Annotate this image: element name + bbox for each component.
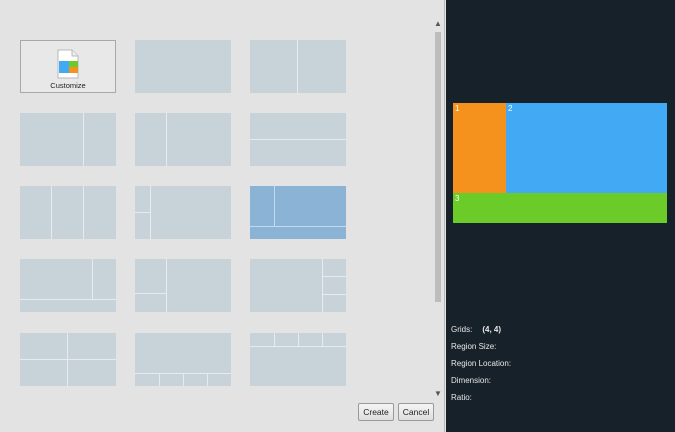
dimension-row: Dimension:	[451, 376, 491, 385]
layout-tile-top-wide-right[interactable]	[20, 259, 116, 312]
cancel-button[interactable]: Cancel	[398, 403, 434, 421]
layout-tile-top-strip[interactable]	[250, 333, 346, 386]
grids-row: Grids: (4, 4)	[451, 325, 501, 334]
layout-tile-right-stack[interactable]	[250, 259, 346, 312]
layout-preview-panel: 1 2 3 Grids: (4, 4) Region Size: Region L…	[446, 0, 675, 432]
preview-region-1[interactable]: 1	[453, 103, 506, 193]
ratio-row: Ratio:	[451, 393, 472, 402]
layout-tile-bottom-strip[interactable]	[135, 333, 231, 386]
grids-label: Grids:	[451, 325, 473, 334]
layout-tile-wide-left[interactable]	[20, 113, 116, 166]
layout-tile-wide-right[interactable]	[135, 113, 231, 166]
dimension-label: Dimension:	[451, 376, 492, 385]
chevron-down-icon[interactable]: ▼	[432, 388, 444, 400]
region-location-row: Region Location:	[451, 359, 511, 368]
region-size-label: Region Size:	[451, 342, 497, 351]
gallery-scrollbar[interactable]: ▲ ▼	[432, 18, 444, 400]
layout-tile-two-row[interactable]	[250, 113, 346, 166]
layout-tile-corner-split[interactable]	[135, 259, 231, 312]
layout-tile-three-column[interactable]	[20, 186, 116, 239]
chevron-up-icon[interactable]: ▲	[432, 18, 444, 30]
grids-value: (4, 4)	[482, 325, 502, 334]
layout-tile-left-split[interactable]	[135, 186, 231, 239]
region-number: 3	[455, 194, 460, 203]
scrollbar-thumb[interactable]	[435, 32, 441, 302]
preview-region-3[interactable]: 3	[453, 193, 667, 223]
layout-tile-two-column[interactable]	[250, 40, 346, 93]
region-number: 2	[508, 104, 513, 113]
layout-tile-quad[interactable]	[20, 333, 116, 386]
region-number: 1	[455, 104, 460, 113]
layout-tile-selected[interactable]	[250, 186, 346, 239]
create-button[interactable]: Create	[358, 403, 394, 421]
layout-gallery-panel: Customize ▲ ▼ Create Cancel	[0, 0, 445, 432]
ratio-label: Ratio:	[451, 393, 472, 402]
customize-label: Customize	[50, 81, 86, 90]
document-grid-icon	[57, 49, 79, 79]
preview-region-2[interactable]: 2	[506, 103, 667, 193]
region-location-label: Region Location:	[451, 359, 512, 368]
layout-tile-single[interactable]	[135, 40, 231, 93]
region-size-row: Region Size:	[451, 342, 496, 351]
layout-preview: 1 2 3	[453, 103, 667, 223]
customize-layout-tile[interactable]: Customize	[20, 40, 116, 93]
